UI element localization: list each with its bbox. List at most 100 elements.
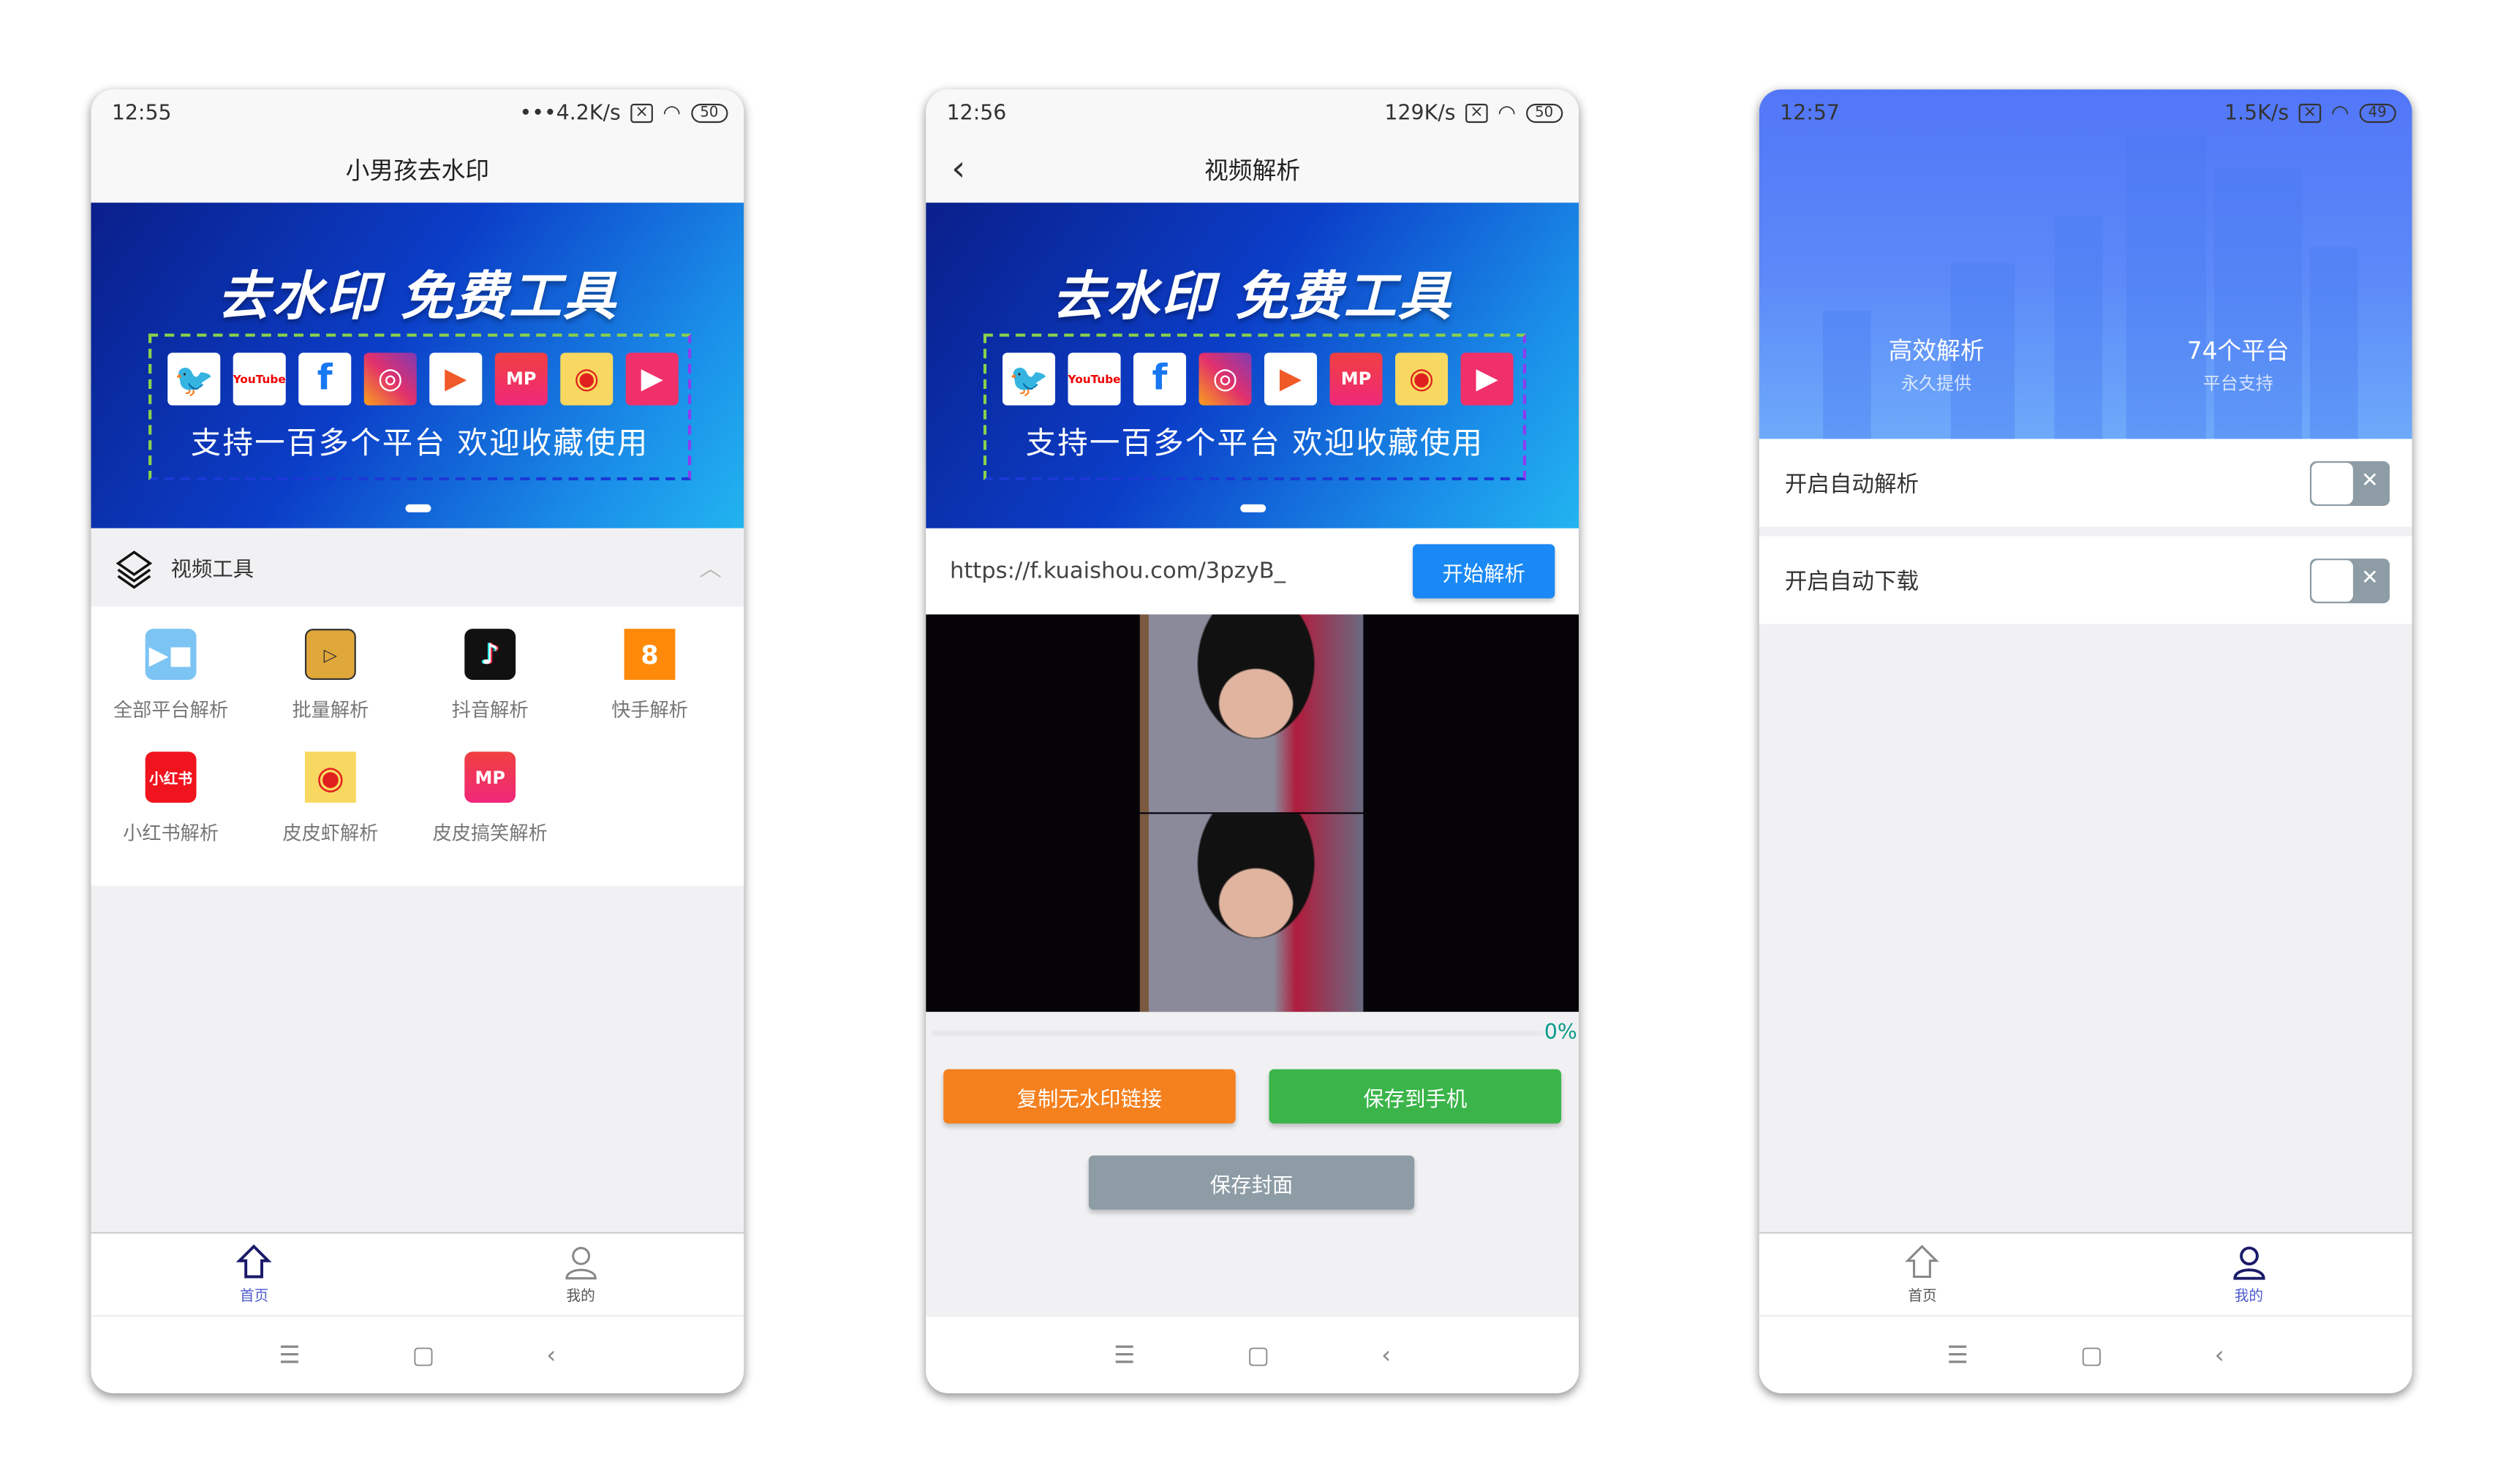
back-nav-icon[interactable]: ‹ xyxy=(546,1341,556,1369)
stat-platforms: 74个平台平台支持 xyxy=(2143,333,2334,395)
battery-icon: 50 xyxy=(1525,103,1563,124)
menu-nav-icon[interactable]: ☰ xyxy=(279,1341,300,1369)
wifi-icon: ◠ xyxy=(662,101,682,126)
bottom-tab-bar: 首页 我的 xyxy=(91,1232,744,1315)
progress-label: 0% xyxy=(1544,1021,1577,1045)
battery-icon: 50 xyxy=(690,103,728,124)
youtube-icon: YouTube xyxy=(233,352,286,406)
home-nav-icon[interactable]: ▢ xyxy=(2080,1341,2103,1369)
tool-all-platforms[interactable]: ▶■ 全部平台解析 xyxy=(91,629,250,752)
tool-pipixia[interactable]: ◉ 皮皮虾解析 xyxy=(251,752,410,874)
download-progress: 0% xyxy=(926,1012,1579,1053)
tab-mine[interactable]: 我的 xyxy=(2085,1234,2412,1315)
url-input[interactable]: https://f.kuaishou.com/3pzyB_ xyxy=(950,559,1286,584)
tab-label: 我的 xyxy=(2234,1289,2264,1306)
tool-label: 小红书解析 xyxy=(123,822,219,844)
chevron-up-icon[interactable]: ︿ xyxy=(699,551,722,583)
status-bar: 12:55 •••4.2K/s × ◠ 50 xyxy=(91,89,744,137)
tool-label: 皮皮搞笑解析 xyxy=(432,822,548,844)
tab-mine[interactable]: 我的 xyxy=(418,1234,744,1315)
url-row: https://f.kuaishou.com/3pzyB_ 开始解析 xyxy=(926,528,1579,615)
progress-bar xyxy=(932,1031,1544,1036)
section-title: 视频工具 xyxy=(170,559,254,583)
mp-icon: MP xyxy=(464,752,516,803)
tool-kuaishou[interactable]: 8 快手解析 xyxy=(570,629,729,752)
stat-efficient: 高效解析 永久提供 xyxy=(1841,333,2032,395)
twitter-icon: 🐦 xyxy=(167,352,221,406)
platform-box: 🐦 YouTube f ◎ ▶ MP ◉ ▶ 支持一百多个平台 欢迎收藏使用 xyxy=(983,333,1527,481)
weibo-icon: ◉ xyxy=(1395,352,1449,406)
facebook-icon: f xyxy=(1133,352,1187,406)
weibo-icon: ◉ xyxy=(560,352,614,406)
menu-nav-icon[interactable]: ☰ xyxy=(1114,1341,1135,1369)
setting-label: 开启自动解析 xyxy=(1784,472,1919,498)
profile-header: 12:57 1.5K/s × ◠ 49 高效解析 永久提供 74个平台 平台支持 xyxy=(1759,89,2412,439)
quanmin-icon: ▶ xyxy=(625,352,679,406)
system-nav-bar: ☰ ▢ ‹ xyxy=(91,1314,744,1393)
banner-subtitle: 支持一百多个平台 欢迎收藏使用 xyxy=(1025,425,1484,461)
status-bar: 12:57 1.5K/s × ◠ 49 xyxy=(1759,89,2412,137)
save-cover-button[interactable]: 保存封面 xyxy=(1088,1155,1415,1210)
page-title-bar: ‹ 视频解析 xyxy=(926,137,1579,203)
back-nav-icon[interactable]: ‹ xyxy=(2215,1341,2224,1369)
promo-banner[interactable]: 去水印 免费工具 🐦 YouTube f ◎ ▶ MP ◉ ▶ 支持一百多个平台… xyxy=(926,202,1579,529)
home-nav-icon[interactable]: ▢ xyxy=(1247,1341,1269,1369)
auto-parse-toggle[interactable]: ✕ xyxy=(2309,460,2390,505)
carousel-indicator[interactable] xyxy=(1239,504,1266,512)
tool-douyin[interactable]: ♪ 抖音解析 xyxy=(410,629,570,752)
copy-link-button[interactable]: 复制无水印链接 xyxy=(943,1069,1236,1124)
system-nav-bar: ☰ ▢ ‹ xyxy=(1759,1314,2412,1393)
tool-xiaohongshu[interactable]: 小红书 小红书解析 xyxy=(91,752,250,874)
profile-screen: 12:57 1.5K/s × ◠ 49 高效解析 永久提供 74个平台 平台支持 开启自动… xyxy=(1759,89,2412,1393)
video-parse-screen: 12:56 129K/s × ◠ 50 ‹ 视频解析 去水印 免费工具 🐦 YouTu… xyxy=(926,89,1579,1393)
quanmin-icon: ▶ xyxy=(1460,352,1514,406)
back-arrow-icon[interactable]: ‹ xyxy=(951,150,965,190)
video-camera-icon: ▶■ xyxy=(145,629,197,681)
banner-title: 去水印 免费工具 xyxy=(217,265,618,328)
mp-icon: MP xyxy=(494,352,548,406)
network-speed: •••4.2K/s xyxy=(519,101,621,126)
kuaishou-icon: 8 xyxy=(624,629,676,681)
wifi-icon: ◠ xyxy=(1498,101,1516,126)
banner-subtitle: 支持一百多个平台 欢迎收藏使用 xyxy=(190,425,649,461)
sim-icon: × xyxy=(1465,103,1489,124)
play-icon: ▶ xyxy=(1264,352,1318,406)
battery-icon: 49 xyxy=(2358,103,2396,124)
start-parse-button[interactable]: 开始解析 xyxy=(1413,544,1555,599)
save-to-phone-button[interactable]: 保存到手机 xyxy=(1269,1069,1562,1124)
status-time: 12:56 xyxy=(946,101,1007,126)
tool-label: 批量解析 xyxy=(292,699,369,722)
network-speed: 129K/s xyxy=(1384,101,1456,126)
facebook-icon: f xyxy=(298,352,352,406)
carousel-indicator[interactable] xyxy=(404,504,431,512)
page-title: 视频解析 xyxy=(1204,156,1301,186)
video-player[interactable] xyxy=(926,614,1579,1012)
promo-banner[interactable]: 去水印 免费工具 🐦 YouTube f ◎ ▶ MP ◉ ▶ 支持一百多个平台… xyxy=(91,202,744,529)
tool-batch[interactable]: ▷ 批量解析 xyxy=(251,629,410,752)
wifi-icon: ◠ xyxy=(2330,101,2349,126)
tool-label: 抖音解析 xyxy=(451,699,529,722)
youtube-icon: YouTube xyxy=(1068,352,1121,406)
tools-grid: ▶■ 全部平台解析 ▷ 批量解析 ♪ 抖音解析 8 快手解析 小红书小红书解析 ◉ 皮皮虾… xyxy=(91,606,744,886)
video-frame xyxy=(1139,814,1364,1012)
tool-label: 皮皮虾解析 xyxy=(282,822,379,844)
setting-label: 开启自动下载 xyxy=(1784,569,1919,595)
sim-icon: × xyxy=(2298,103,2322,124)
bottom-tab-bar: 首页 我的 xyxy=(1759,1232,2412,1315)
tool-pipigaoxiao[interactable]: MP 皮皮搞笑解析 xyxy=(410,752,570,874)
xiaohongshu-icon: 小红书 xyxy=(145,752,197,803)
tool-label: 快手解析 xyxy=(611,699,688,722)
app-title: 小男孩去水印 xyxy=(91,137,744,203)
stat-caption: 平台支持 xyxy=(2202,373,2273,395)
back-nav-icon[interactable]: ‹ xyxy=(1381,1341,1391,1369)
stat-caption: 永久提供 xyxy=(1901,373,1972,395)
tab-home[interactable]: 首页 xyxy=(1759,1234,2085,1315)
instagram-icon: ◎ xyxy=(363,352,417,406)
tab-home[interactable]: 首页 xyxy=(91,1234,417,1315)
home-nav-icon[interactable]: ▢ xyxy=(412,1341,435,1369)
menu-nav-icon[interactable]: ☰ xyxy=(1947,1341,1968,1369)
auto-download-toggle[interactable]: ✕ xyxy=(2309,557,2390,603)
stat-value: 74个平台 xyxy=(2186,336,2289,366)
video-tools-header[interactable]: 视频工具 ︿ xyxy=(91,528,744,607)
user-icon xyxy=(2232,1246,2265,1280)
